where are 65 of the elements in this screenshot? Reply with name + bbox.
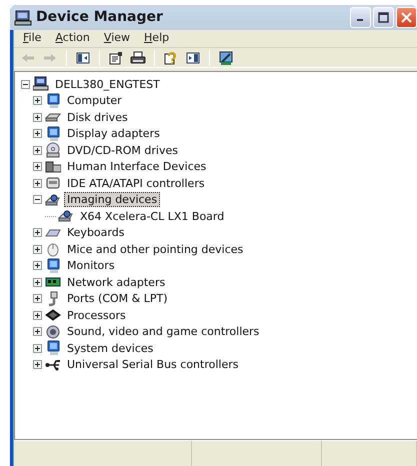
tree-item[interactable]: Ports (COM & LPT) <box>64 291 170 306</box>
tree-item[interactable]: DVD/CD-ROM drives <box>64 142 181 158</box>
tree-item[interactable]: System devices <box>64 340 156 356</box>
panel-icon <box>185 50 201 66</box>
monitor-icon <box>45 126 61 142</box>
collapse-icon[interactable] <box>21 80 30 89</box>
collapse-icon[interactable] <box>33 195 42 204</box>
maximize-button[interactable] <box>373 7 394 28</box>
tree-item[interactable]: Monitors <box>64 258 118 274</box>
tree-item[interactable]: X64 Xcelera-CL LX1 Board <box>77 208 228 224</box>
tree-item[interactable]: Imaging devices <box>64 192 160 208</box>
expand-icon[interactable] <box>33 310 42 320</box>
tree-item[interactable]: Disk drives <box>64 110 131 125</box>
cd-drive-icon <box>45 142 61 158</box>
expand-icon[interactable] <box>33 344 42 353</box>
expand-icon[interactable] <box>33 327 42 336</box>
expand-icon[interactable] <box>33 261 42 270</box>
window-title: Device Manager <box>36 8 163 27</box>
menu-item[interactable]: Help <box>137 30 176 47</box>
expand-icon[interactable] <box>33 146 42 155</box>
monitor-icon <box>45 258 61 274</box>
monitor-icon <box>45 92 61 109</box>
expand-icon[interactable] <box>33 112 42 122</box>
computer-icon <box>14 10 32 26</box>
tree-item[interactable]: Keyboards <box>64 225 128 240</box>
input-device-icon <box>45 158 61 175</box>
expand-icon[interactable] <box>33 244 42 254</box>
tree-item[interactable]: Computer <box>64 93 125 108</box>
toolbar-button[interactable] <box>128 48 148 66</box>
expand-icon[interactable] <box>33 96 42 106</box>
maximize-icon <box>378 12 389 23</box>
expand-icon[interactable] <box>33 278 42 287</box>
expand-icon[interactable] <box>33 360 42 370</box>
tree-item[interactable]: Processors <box>64 308 129 323</box>
mouse-icon <box>45 241 61 258</box>
help-icon <box>163 50 179 66</box>
computer-icon <box>33 76 49 92</box>
menu-item[interactable]: View <box>96 30 138 47</box>
expand-icon[interactable] <box>33 178 42 188</box>
tree-item[interactable]: Universal Serial Bus controllers <box>64 357 242 372</box>
controller-icon <box>45 175 61 192</box>
processor-icon <box>45 307 61 324</box>
panel-icon <box>75 50 91 66</box>
minimize-button[interactable] <box>350 7 371 28</box>
tree-item[interactable]: DELL380_ENGTEST <box>52 76 163 92</box>
tree-item[interactable]: Display adapters <box>64 126 163 142</box>
tree-item[interactable]: Mice and other pointing devices <box>64 242 246 257</box>
camera-icon <box>45 192 61 208</box>
printer-icon <box>130 50 146 66</box>
expand-icon[interactable] <box>33 162 42 172</box>
close-icon <box>401 12 412 23</box>
close-button[interactable] <box>396 7 417 28</box>
monitor-icon <box>45 340 61 356</box>
menu-item[interactable]: Action <box>48 30 97 47</box>
expand-icon[interactable] <box>33 129 42 138</box>
speaker-icon <box>45 324 61 340</box>
menu-item[interactable]: File <box>16 30 48 47</box>
tree-item[interactable]: IDE ATA/ATAPI controllers <box>64 176 208 191</box>
expand-icon[interactable] <box>33 228 42 238</box>
camera-icon <box>58 208 74 224</box>
tree-item[interactable]: Network adapters <box>64 274 168 290</box>
tree-item[interactable]: Human Interface Devices <box>64 159 210 174</box>
tree-item[interactable]: Sound, video and game controllers <box>64 324 262 340</box>
expand-icon[interactable] <box>33 294 42 304</box>
properties-icon <box>108 50 124 66</box>
